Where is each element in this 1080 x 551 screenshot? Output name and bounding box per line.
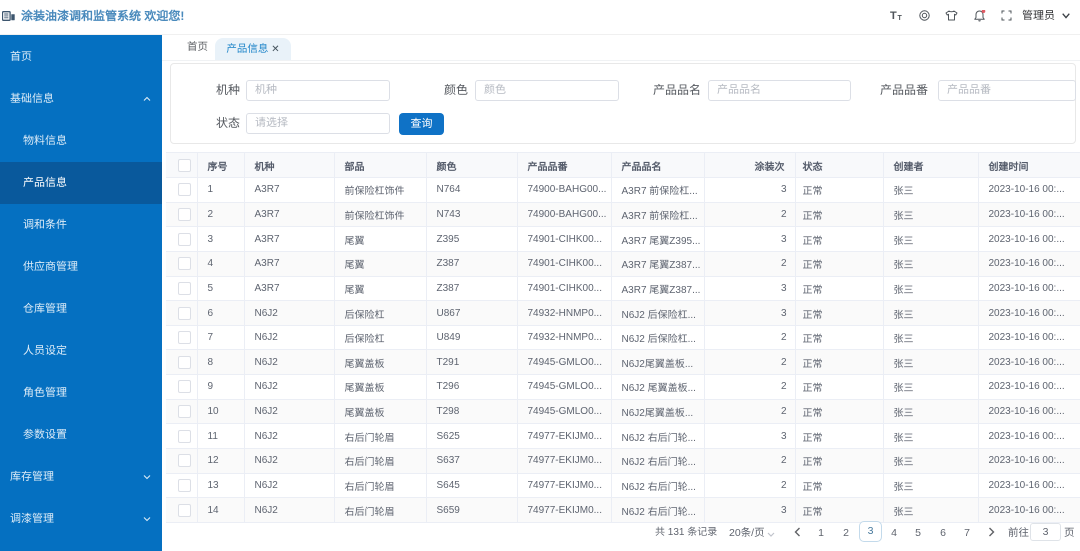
svg-text:T: T	[897, 15, 902, 21]
svg-text:T: T	[890, 10, 897, 21]
